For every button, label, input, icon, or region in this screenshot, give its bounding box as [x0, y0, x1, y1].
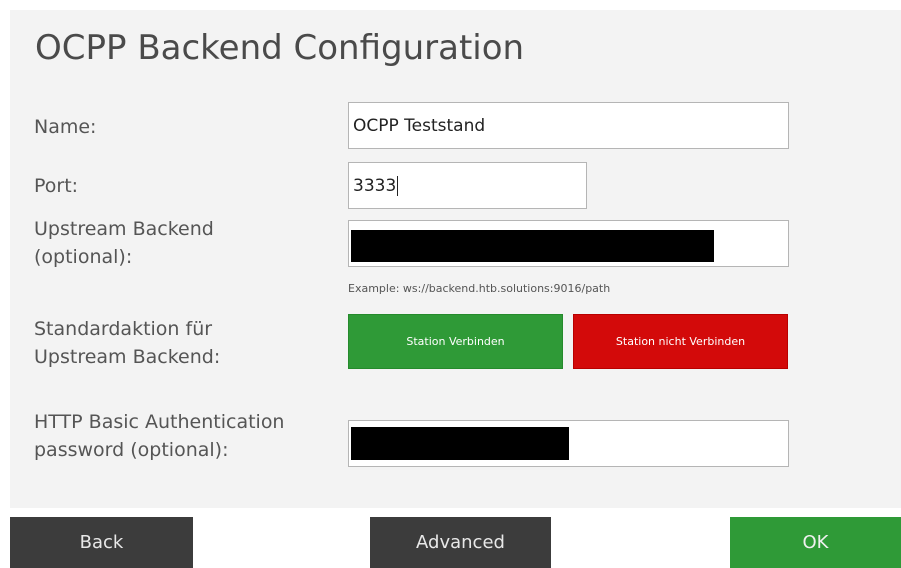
name-field-value: OCPP Teststand: [353, 115, 486, 136]
advanced-button-label: Advanced: [416, 532, 505, 553]
station-connect-button-label: Station Verbinden: [406, 335, 505, 348]
station-no-connect-button[interactable]: Station nicht Verbinden: [573, 314, 788, 369]
redacted-password-value: [351, 427, 569, 460]
upstream-backend-label-line2: (optional):: [34, 246, 133, 268]
port-field[interactable]: 3333: [348, 162, 587, 209]
text-cursor: [397, 175, 399, 196]
ok-button[interactable]: OK: [730, 517, 901, 568]
upstream-example-hint: Example: ws://backend.htb.solutions:9016…: [348, 282, 611, 295]
page-title: OCPP Backend Configuration: [35, 28, 525, 68]
upstream-backend-label-line1: Upstream Backend: [34, 218, 214, 240]
station-connect-button[interactable]: Station Verbinden: [348, 314, 563, 369]
redacted-upstream-value: [351, 230, 714, 262]
upstream-backend-field[interactable]: [348, 220, 789, 267]
default-action-label-line1: Standardaktion für: [34, 318, 213, 340]
name-field[interactable]: OCPP Teststand: [348, 102, 789, 149]
ok-button-label: OK: [802, 532, 829, 553]
port-field-value: 3333: [353, 175, 397, 196]
upstream-backend-label: Upstream Backend (optional):: [34, 215, 214, 271]
auth-password-label: HTTP Basic Authentication password (opti…: [34, 408, 284, 464]
default-action-label: Standardaktion für Upstream Backend:: [34, 315, 220, 371]
station-no-connect-button-label: Station nicht Verbinden: [615, 335, 746, 348]
advanced-button[interactable]: Advanced: [370, 517, 551, 568]
back-button[interactable]: Back: [10, 517, 193, 568]
port-label: Port:: [34, 175, 79, 197]
back-button-label: Back: [79, 532, 124, 553]
auth-password-field[interactable]: [348, 420, 789, 467]
name-label: Name:: [34, 116, 97, 138]
default-action-label-line2: Upstream Backend:: [34, 346, 221, 368]
auth-password-label-line2: password (optional):: [34, 439, 229, 461]
auth-password-label-line1: HTTP Basic Authentication: [34, 411, 285, 433]
